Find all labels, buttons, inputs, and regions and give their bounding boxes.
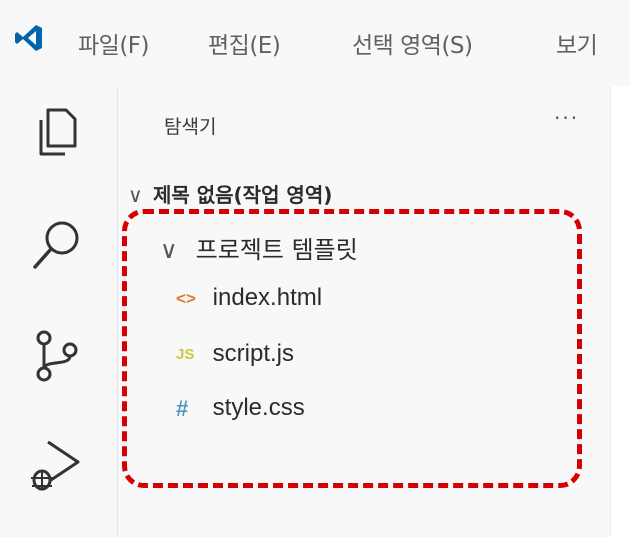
menu-edit[interactable]: 편집(E) (208, 26, 281, 60)
explorer-icon[interactable] (26, 102, 88, 164)
search-icon[interactable] (26, 214, 88, 276)
title-bar: 파일(F) 편집(E) 선택 영역(S) 보기 (0, 0, 630, 86)
source-control-icon[interactable] (26, 324, 88, 386)
explorer-title: 탐색기 (164, 116, 217, 138)
chevron-down-icon: ∨ (128, 183, 143, 207)
workspace-label: 제목 없음(작업 영역) (152, 183, 333, 207)
run-debug-icon[interactable] (26, 434, 88, 496)
menu-view[interactable]: 보기 (556, 26, 598, 60)
vscode-logo-icon[interactable] (14, 23, 44, 53)
more-actions-button[interactable]: ··· (554, 106, 579, 130)
menu-file[interactable]: 파일(F) (78, 26, 150, 60)
highlight-annotation-box (122, 209, 582, 488)
activity-bar (0, 86, 118, 537)
editor-area-edge (610, 86, 630, 537)
workspace-header[interactable]: ∨ 제목 없음(작업 영역) (128, 179, 332, 208)
menu-selection[interactable]: 선택 영역(S) (352, 26, 473, 60)
